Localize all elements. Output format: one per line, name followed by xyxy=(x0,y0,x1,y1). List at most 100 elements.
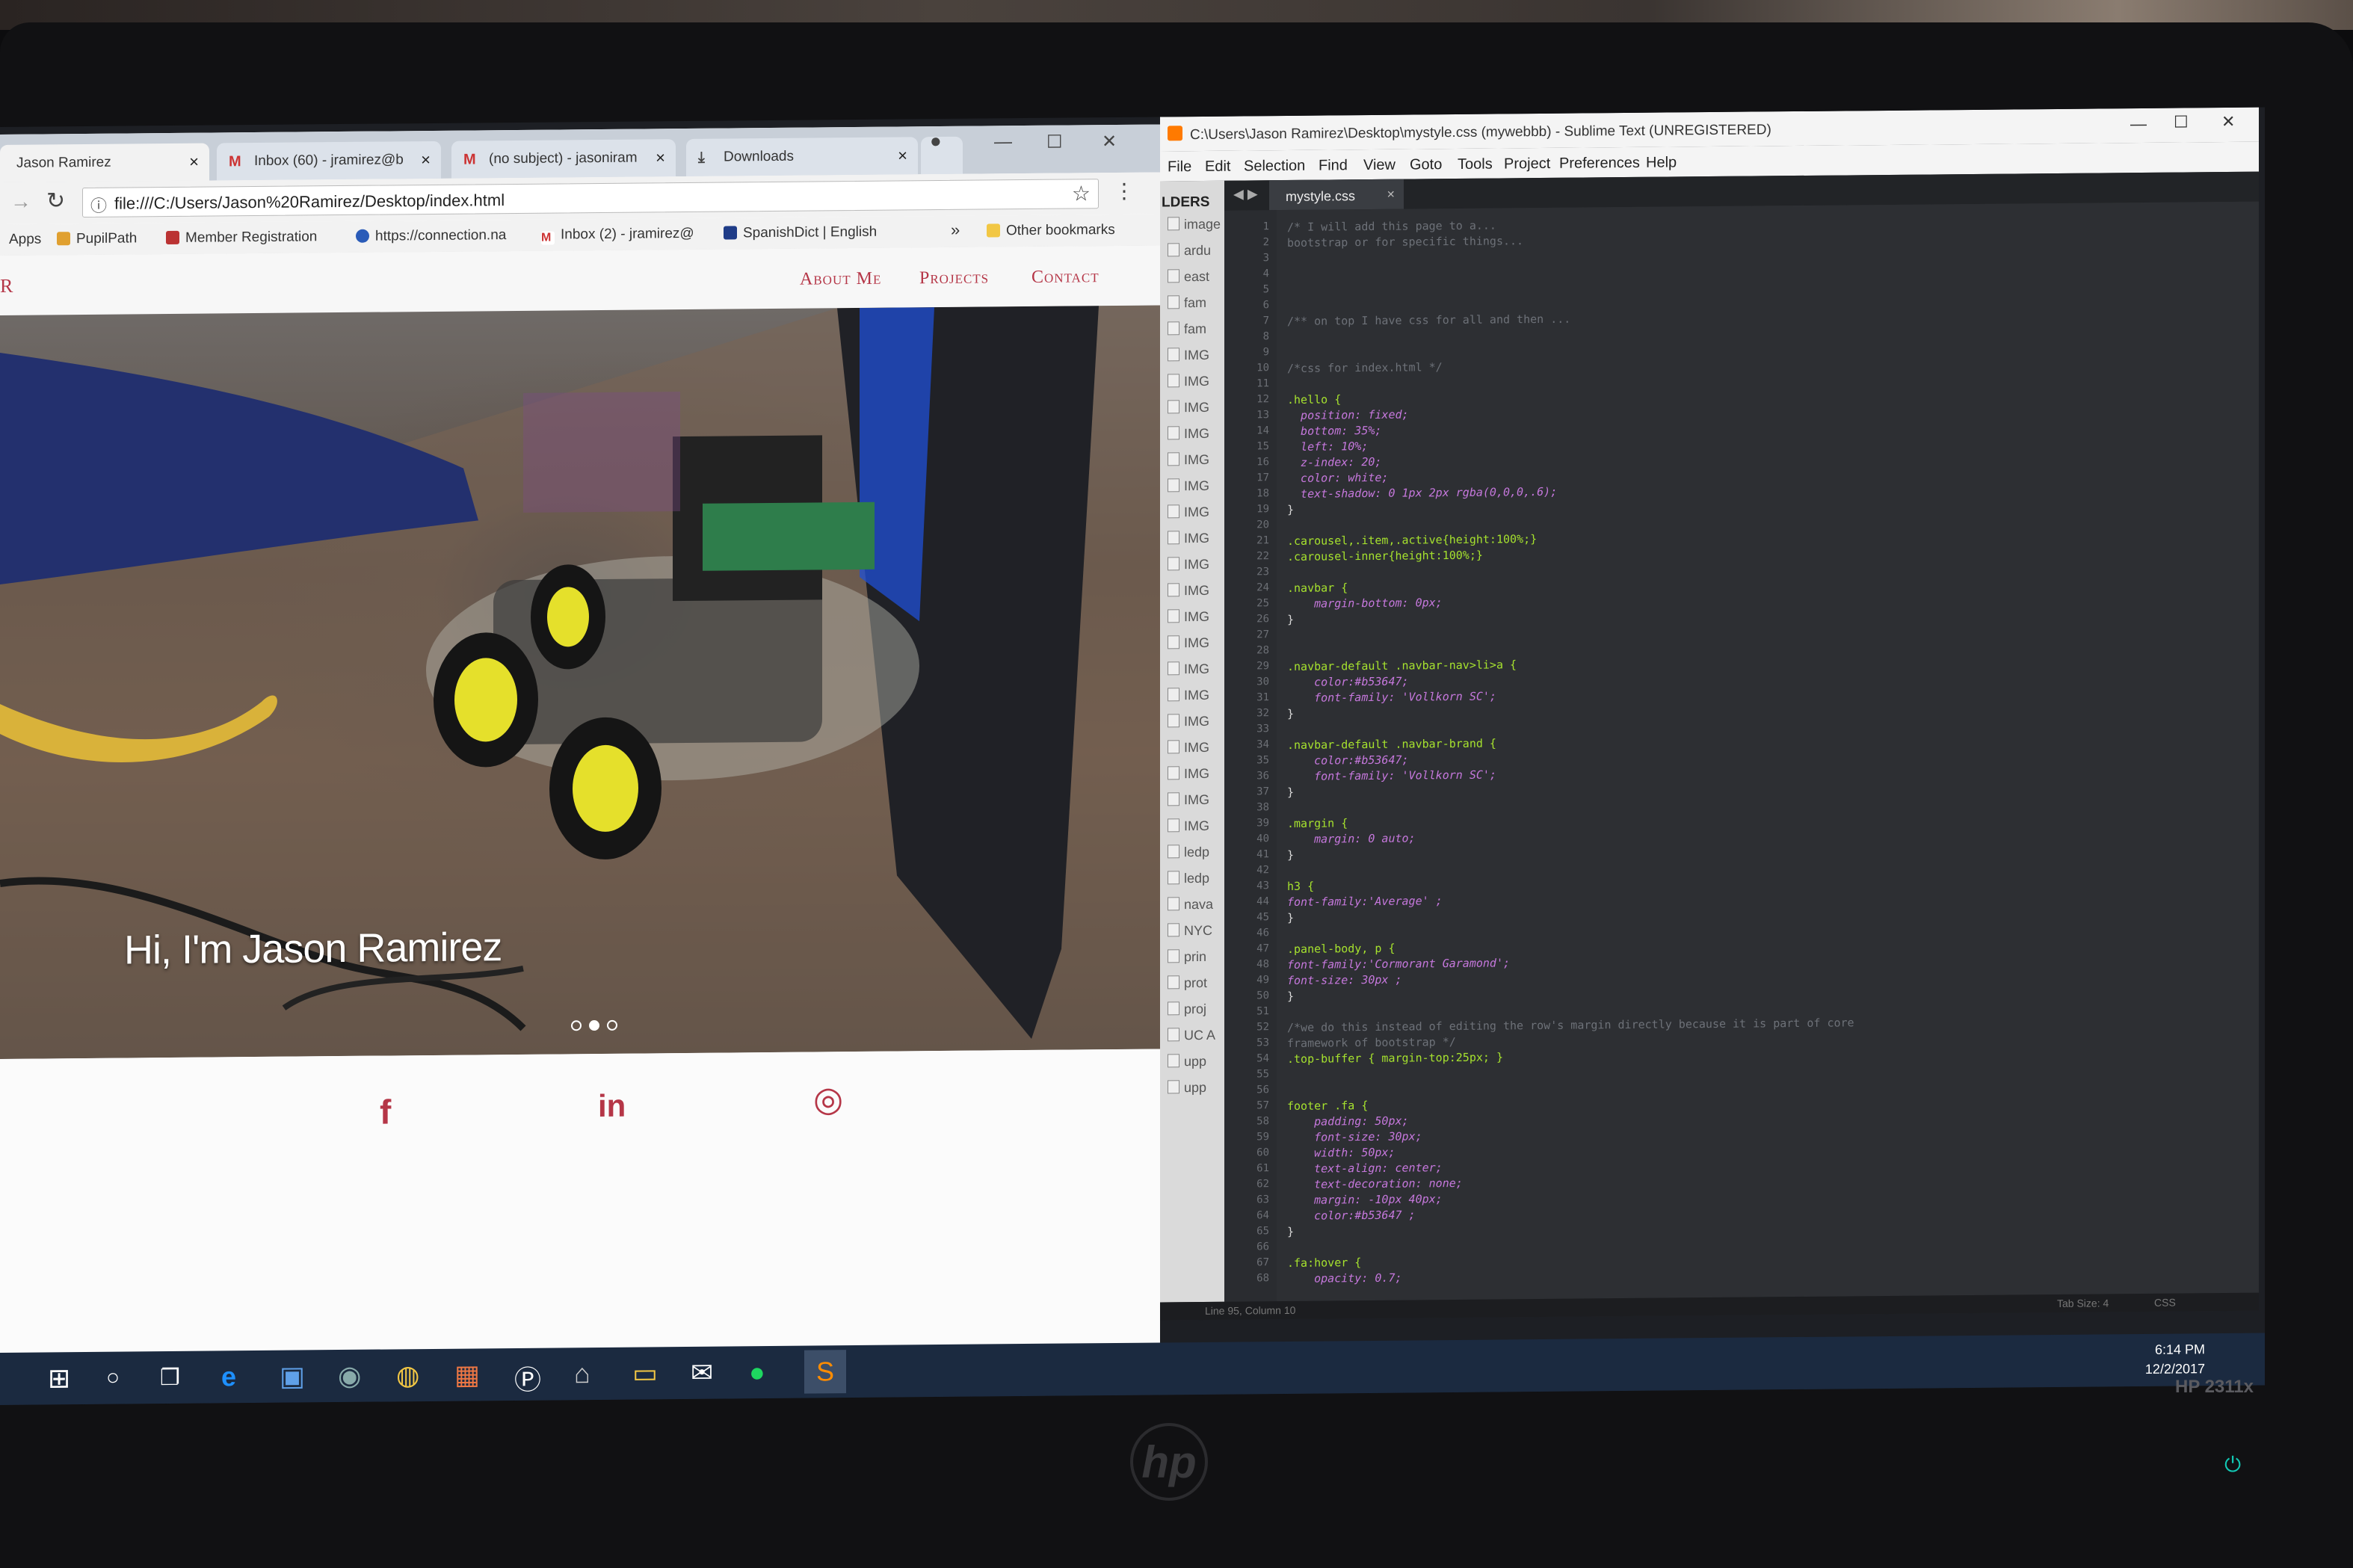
sidebar-file-item[interactable]: IMG xyxy=(1168,818,1209,834)
menu-icon[interactable]: ⋮ xyxy=(1114,179,1135,203)
sidebar-file-item[interactable]: IMG xyxy=(1168,452,1209,468)
sidebar-file-item[interactable]: IMG xyxy=(1168,374,1209,389)
sidebar-file-item[interactable]: IMG xyxy=(1168,740,1209,756)
carousel-dot[interactable] xyxy=(607,1019,617,1031)
tab-nav-icon[interactable]: ◀ ▶ xyxy=(1233,186,1258,202)
bookmark-connection[interactable]: https://connection.na xyxy=(356,227,506,245)
bookmark-other[interactable]: Other bookmarks xyxy=(987,222,1115,239)
sidebar-file-item[interactable]: image xyxy=(1168,217,1221,233)
maximize-icon[interactable]: ☐ xyxy=(2174,112,2189,132)
menu-selection[interactable]: Selection xyxy=(1244,158,1305,176)
sidebar-file-item[interactable]: IMG xyxy=(1168,348,1209,363)
bookmark-pupilpath[interactable]: PupilPath xyxy=(57,230,137,247)
menu-view[interactable]: View xyxy=(1363,157,1396,174)
minimize-icon[interactable]: — xyxy=(994,132,1012,152)
sidebar-file-item[interactable]: UC A xyxy=(1168,1028,1215,1044)
sidebar-file-item[interactable]: IMG xyxy=(1168,583,1209,599)
file-explorer-icon[interactable]: ▭ xyxy=(632,1357,658,1389)
linkedin-icon[interactable]: in xyxy=(598,1088,626,1124)
sidebar-file-item[interactable]: IMG xyxy=(1168,766,1209,782)
sublime-taskbar-icon[interactable]: S xyxy=(804,1350,846,1394)
menu-find[interactable]: Find xyxy=(1319,157,1348,174)
menu-project[interactable]: Project xyxy=(1504,155,1550,173)
close-window-icon[interactable]: ✕ xyxy=(1102,131,1117,152)
app-icon[interactable]: ⌂ xyxy=(574,1358,590,1389)
power-icon[interactable]: ⏻ xyxy=(2224,1453,2241,1478)
more-bookmarks-icon[interactable]: » xyxy=(951,220,960,240)
menu-goto[interactable]: Goto xyxy=(1410,156,1442,173)
tab-downloads[interactable]: ⤓ Downloads × xyxy=(686,137,918,176)
sidebar-file-item[interactable]: IMG xyxy=(1168,714,1209,729)
sidebar-file-item[interactable]: ardu xyxy=(1168,243,1211,259)
windows-start-icon[interactable]: ⊞ xyxy=(48,1362,70,1394)
tab-inbox-60[interactable]: M Inbox (60) - jramirez@b × xyxy=(217,141,441,181)
cortana-icon[interactable]: ○ xyxy=(106,1365,120,1391)
code-editor[interactable]: /* I will add this page to a... bootstrap… xyxy=(1277,201,2259,1302)
close-tab-icon[interactable]: × xyxy=(189,152,199,172)
new-tab-button[interactable] xyxy=(921,136,963,175)
profile-icon[interactable]: ● xyxy=(930,129,942,152)
close-tab-icon[interactable]: × xyxy=(1387,187,1395,203)
pipeline-icon[interactable]: Ⓟ xyxy=(514,1359,541,1398)
edge-icon[interactable]: e xyxy=(221,1361,236,1392)
minimize-icon[interactable]: — xyxy=(2130,114,2147,134)
menu-help[interactable]: Help xyxy=(1646,154,1677,171)
sidebar-file-item[interactable]: IMG xyxy=(1168,635,1209,651)
sidebar-file-item[interactable]: IMG xyxy=(1168,557,1209,572)
close-window-icon[interactable]: ✕ xyxy=(2221,112,2235,132)
nav-contact[interactable]: Contact xyxy=(1031,267,1100,288)
menu-tools[interactable]: Tools xyxy=(1458,156,1493,173)
bookmark-spanishdict[interactable]: SpanishDict | English xyxy=(724,224,877,242)
status-tab-size[interactable]: Tab Size: 4 xyxy=(2057,1297,2109,1309)
sidebar-file-item[interactable]: prin xyxy=(1168,949,1206,965)
hero-carousel[interactable]: Hi, I'm Jason Ramirez xyxy=(0,305,1160,1059)
sidebar-file-item[interactable]: IMG xyxy=(1168,688,1209,703)
store-icon[interactable]: ▣ xyxy=(280,1360,305,1392)
sidebar-file-item[interactable]: fam xyxy=(1168,295,1206,311)
tab-mystyle-css[interactable]: mystyle.css × xyxy=(1269,179,1404,211)
sidebar-file-item[interactable]: east xyxy=(1168,269,1209,285)
sidebar-file-item[interactable]: upp xyxy=(1168,1054,1206,1069)
sidebar-file-item[interactable]: nava xyxy=(1168,897,1213,913)
sidebar-file-item[interactable]: NYC xyxy=(1168,923,1212,939)
menu-file[interactable]: File xyxy=(1168,158,1191,176)
close-tab-icon[interactable]: × xyxy=(898,146,907,165)
navbar-brand[interactable]: R xyxy=(0,275,13,297)
nav-about-me[interactable]: About Me xyxy=(800,269,881,290)
facebook-icon[interactable]: f xyxy=(380,1091,391,1132)
app-icon[interactable]: ◉ xyxy=(338,1360,361,1392)
sidebar-file-item[interactable]: IMG xyxy=(1168,478,1209,494)
carousel-dot-active[interactable] xyxy=(589,1020,599,1031)
bookmark-star-icon[interactable]: ☆ xyxy=(1072,181,1091,206)
status-syntax[interactable]: CSS xyxy=(2154,1297,2176,1309)
sidebar-file-item[interactable]: IMG xyxy=(1168,792,1209,808)
bookmark-apps[interactable]: Apps xyxy=(9,232,41,248)
sidebar-file-item[interactable]: prot xyxy=(1168,975,1207,991)
system-clock[interactable]: 6:14 PM 12/2/2017 xyxy=(2145,1339,2205,1379)
instagram-icon[interactable]: ◎ xyxy=(813,1078,843,1119)
forward-icon[interactable]: → xyxy=(10,190,31,214)
task-view-icon[interactable]: ❐ xyxy=(160,1365,180,1391)
sidebar-file-item[interactable]: proj xyxy=(1168,1001,1206,1017)
sidebar-file-item[interactable]: upp xyxy=(1168,1080,1206,1096)
close-tab-icon[interactable]: × xyxy=(421,150,431,170)
office-icon[interactable]: ▦ xyxy=(454,1359,480,1390)
spotify-icon[interactable]: ● xyxy=(749,1356,765,1388)
reload-icon[interactable]: ↻ xyxy=(46,188,65,214)
maximize-icon[interactable]: ☐ xyxy=(1046,132,1063,153)
close-tab-icon[interactable]: × xyxy=(656,148,665,167)
tab-no-subject[interactable]: M (no subject) - jasoniram × xyxy=(451,139,676,179)
mail-icon[interactable]: ✉ xyxy=(691,1357,713,1389)
menu-edit[interactable]: Edit xyxy=(1205,158,1230,176)
sidebar-file-item[interactable]: fam xyxy=(1168,321,1206,337)
chrome-icon[interactable]: ◍ xyxy=(396,1359,419,1391)
menu-preferences[interactable]: Preferences xyxy=(1559,155,1640,173)
nav-projects[interactable]: Projects xyxy=(919,268,989,288)
bookmark-member-registration[interactable]: Member Registration xyxy=(166,229,317,247)
sidebar-file-item[interactable]: IMG xyxy=(1168,426,1209,442)
sidebar-file-item[interactable]: IMG xyxy=(1168,504,1209,520)
sidebar-file-item[interactable]: IMG xyxy=(1168,661,1209,677)
sidebar-file-item[interactable]: ledp xyxy=(1168,871,1209,886)
sidebar-file-item[interactable]: IMG xyxy=(1168,531,1209,546)
address-bar[interactable]: ⓘ file:///C:/Users/Jason%20Ramirez/Deskt… xyxy=(82,179,1099,218)
